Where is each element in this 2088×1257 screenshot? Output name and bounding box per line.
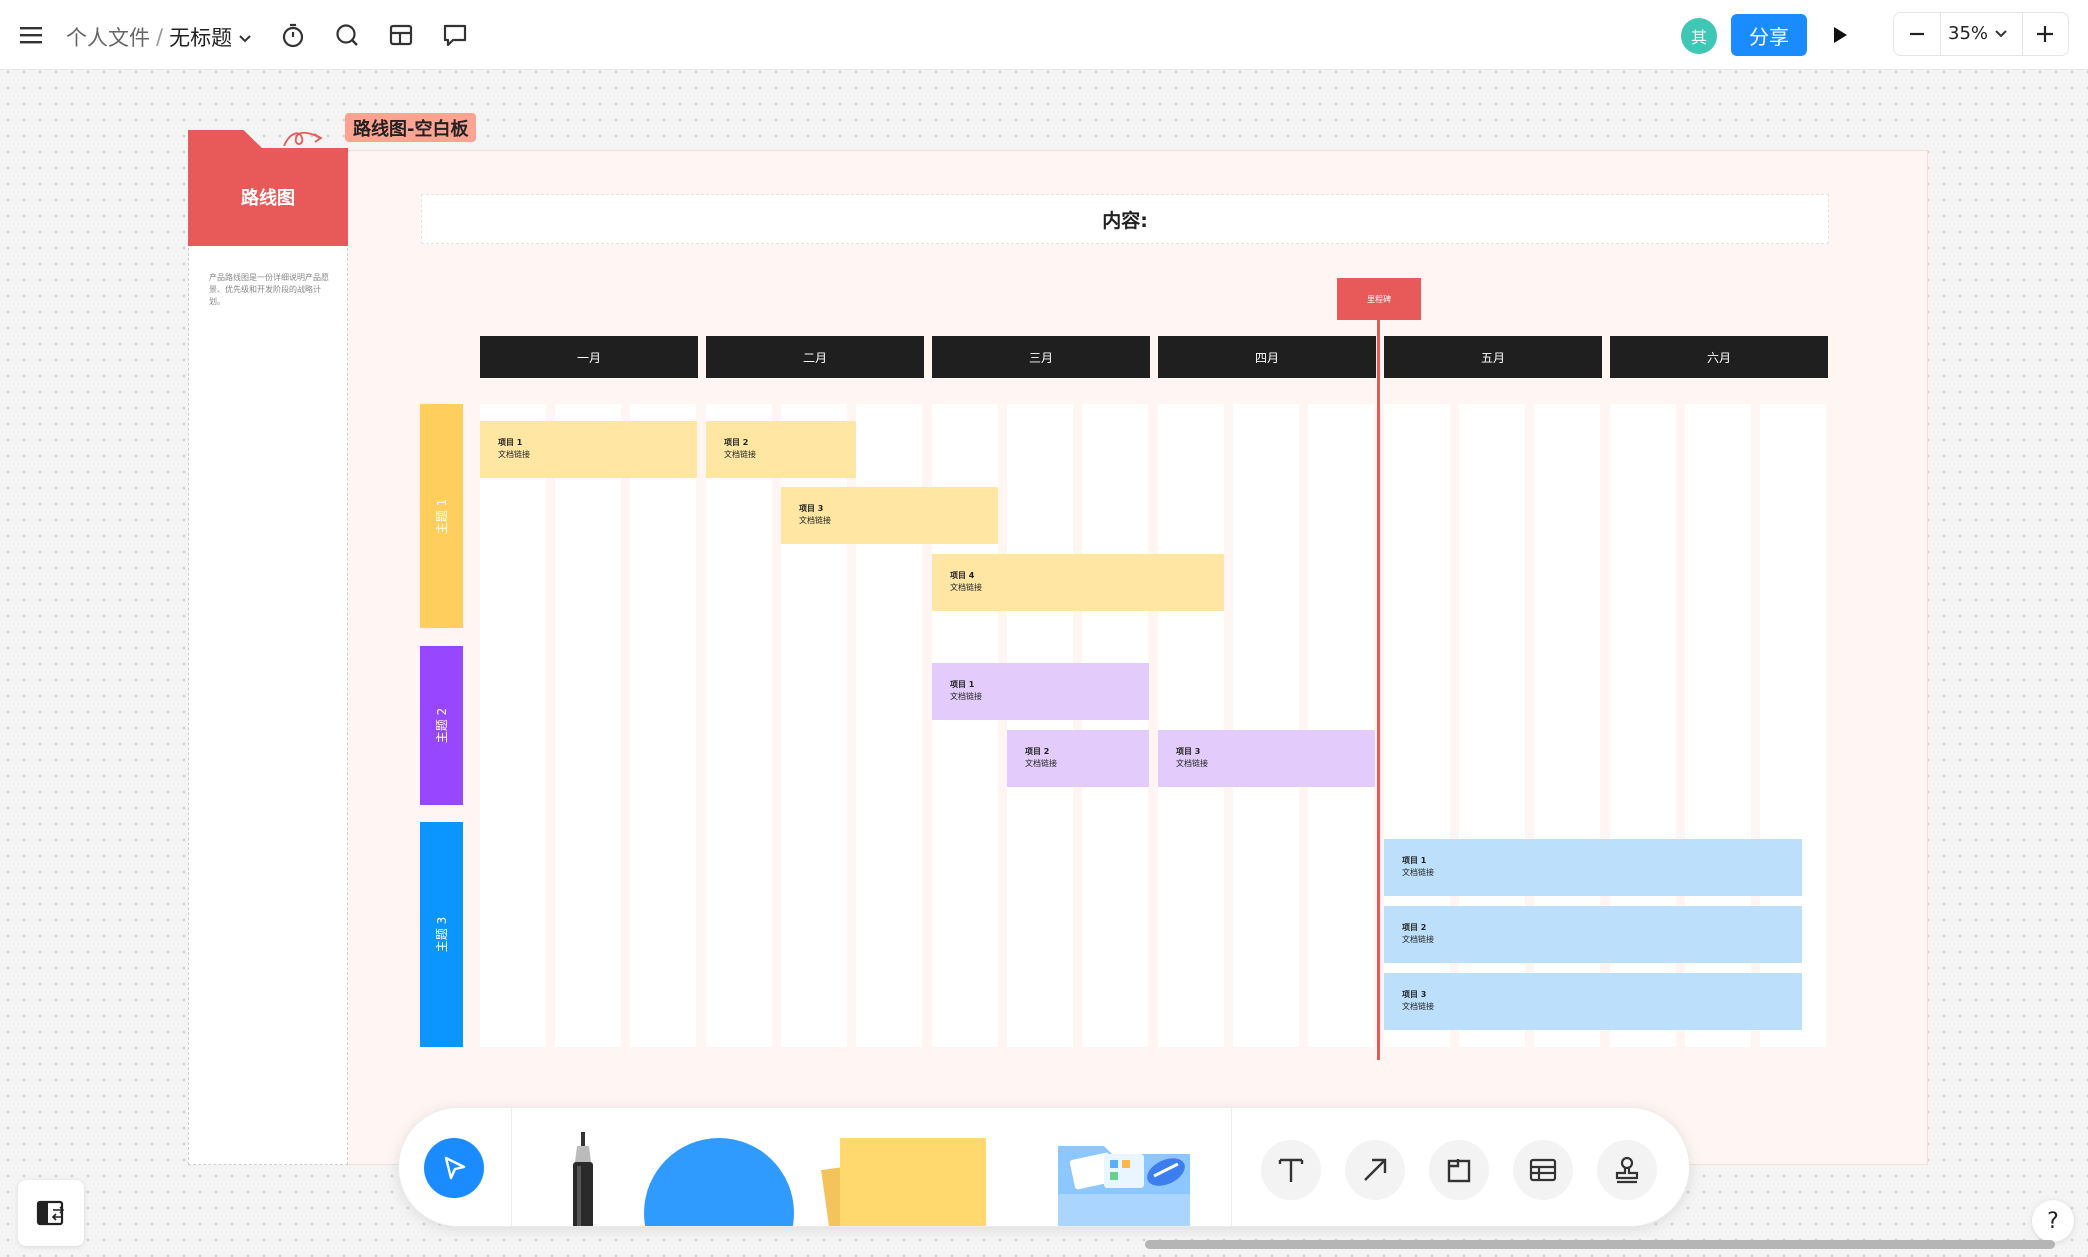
card-title: 项目 2 (1402, 923, 1427, 932)
card-link[interactable]: 文档链接 (1025, 759, 1057, 768)
timeline-column (555, 404, 621, 1047)
theme-label: 主题 1 (434, 498, 449, 534)
breadcrumb: 个人文件 / 无标题 (66, 22, 252, 52)
zoom-divider (1940, 13, 1941, 55)
month-header[interactable]: 五月 (1384, 336, 1602, 378)
sidebar-toggle-icon[interactable] (18, 1180, 84, 1246)
avatar[interactable]: 其 (1681, 18, 1717, 54)
theme-label: 主题 2 (434, 707, 449, 744)
text-icon[interactable] (1261, 1140, 1321, 1200)
timeline-column (630, 404, 696, 1047)
card-link[interactable]: 文档链接 (799, 516, 831, 525)
roadmap-card[interactable]: 项目 3 文档链接 (781, 487, 998, 544)
zoom-divider (2022, 13, 2023, 55)
card-link[interactable]: 文档链接 (950, 583, 982, 592)
roadmap-card[interactable]: 项目 1 文档链接 (1384, 839, 1802, 896)
menu-icon[interactable] (16, 20, 46, 50)
select-tool-icon[interactable] (424, 1138, 484, 1198)
card-title: 项目 3 (1402, 990, 1427, 999)
card-link[interactable]: 文档链接 (724, 450, 756, 459)
month-header[interactable]: 一月 (480, 336, 698, 378)
milestone-line[interactable] (1377, 320, 1380, 1060)
creation-toolbar (398, 1107, 1690, 1227)
comment-icon[interactable] (440, 20, 470, 50)
pen-tool[interactable] (565, 1132, 601, 1227)
roadmap-card[interactable]: 项目 2 文档链接 (706, 421, 856, 478)
card-title: 项目 1 (498, 438, 523, 447)
timeline-column (1007, 404, 1073, 1047)
share-button[interactable]: 分享 (1731, 14, 1807, 56)
help-icon[interactable]: ? (2032, 1200, 2074, 1242)
zoom-control: 35% (1893, 12, 2069, 56)
card-title: 项目 3 (1176, 747, 1201, 756)
roadmap-card[interactable]: 项目 1 文档链接 (480, 421, 697, 478)
panel-description: 产品路线图是一份详细说明产品愿景、优先级和开发阶段的战略计划。 (209, 273, 329, 306)
zoom-in-icon[interactable] (2030, 19, 2060, 49)
timeline-column (1158, 404, 1224, 1047)
roadmap-card[interactable]: 项目 2 文档链接 (1007, 730, 1149, 787)
theme-1[interactable]: 主题 1 (420, 404, 463, 628)
timeline-column (1233, 404, 1299, 1047)
card-title: 项目 1 (1402, 856, 1427, 865)
content-box[interactable]: 内容: (421, 194, 1829, 244)
doodle-decoration (283, 131, 323, 147)
breadcrumb-folder[interactable]: 个人文件 (66, 22, 150, 52)
month-header[interactable]: 四月 (1158, 336, 1376, 378)
zoom-level[interactable]: 35% (1948, 23, 2008, 44)
search-icon[interactable] (332, 20, 362, 50)
folder-tool[interactable] (1054, 1142, 1194, 1227)
month-header[interactable]: 二月 (706, 336, 924, 378)
timeline-column (1308, 404, 1374, 1047)
roadmap-card[interactable]: 项目 3 文档链接 (1158, 730, 1375, 787)
top-bar: 个人文件 / 无标题 其 分享 35% (0, 0, 2088, 70)
month-header[interactable]: 三月 (932, 336, 1150, 378)
horizontal-scrollbar[interactable] (1145, 1240, 2055, 1249)
card-link[interactable]: 文档链接 (1402, 1002, 1434, 1011)
breadcrumb-separator: / (156, 25, 164, 49)
roadmap-card[interactable]: 项目 1 文档链接 (932, 663, 1149, 720)
timeline-column (706, 404, 772, 1047)
month-header[interactable]: 六月 (1610, 336, 1828, 378)
theme-2[interactable]: 主题 2 (420, 646, 463, 805)
card-link[interactable]: 文档链接 (950, 692, 982, 701)
card-title: 项目 2 (724, 438, 749, 447)
frame-title-tag[interactable]: 路线图-空白板 (345, 113, 477, 142)
frame-tab (188, 130, 262, 148)
arrow-icon[interactable] (1345, 1140, 1405, 1200)
toolbar-divider (1231, 1108, 1232, 1226)
chevron-down-icon[interactable] (238, 25, 252, 49)
stamp-icon[interactable] (1597, 1140, 1657, 1200)
panel-title: 路线图 (188, 148, 348, 246)
timeline-column (480, 404, 546, 1047)
theme-label: 主题 3 (434, 916, 449, 953)
card-link[interactable]: 文档链接 (1402, 935, 1434, 944)
roadmap-card[interactable]: 项目 2 文档链接 (1384, 906, 1802, 963)
sticky-note-front (840, 1138, 986, 1226)
card-title: 项目 3 (799, 504, 824, 513)
card-title: 项目 4 (950, 571, 975, 580)
frame-icon[interactable] (1429, 1140, 1489, 1200)
shape-tool[interactable] (644, 1138, 794, 1226)
theme-3[interactable]: 主题 3 (420, 822, 463, 1047)
timeline-column (1082, 404, 1148, 1047)
chevron-down-icon (1995, 29, 2007, 37)
roadmap-card[interactable]: 项目 3 文档链接 (1384, 973, 1802, 1030)
card-title: 项目 2 (1025, 747, 1050, 756)
table-icon[interactable] (1513, 1140, 1573, 1200)
template-icon[interactable] (386, 20, 416, 50)
sticky-note-tool[interactable] (821, 1138, 986, 1226)
card-link[interactable]: 文档链接 (1176, 759, 1208, 768)
milestone-marker[interactable]: 里程碑 (1337, 278, 1421, 320)
card-link[interactable]: 文档链接 (498, 450, 530, 459)
zoom-out-icon[interactable] (1902, 19, 1932, 49)
zoom-level-value: 35% (1948, 23, 1989, 44)
toolbar-divider (511, 1108, 512, 1226)
play-icon[interactable] (1825, 20, 1855, 50)
card-title: 项目 1 (950, 680, 975, 689)
document-title[interactable]: 无标题 (169, 22, 232, 52)
roadmap-card[interactable]: 项目 4 文档链接 (932, 554, 1224, 611)
card-link[interactable]: 文档链接 (1402, 868, 1434, 877)
timer-icon[interactable] (278, 20, 308, 50)
